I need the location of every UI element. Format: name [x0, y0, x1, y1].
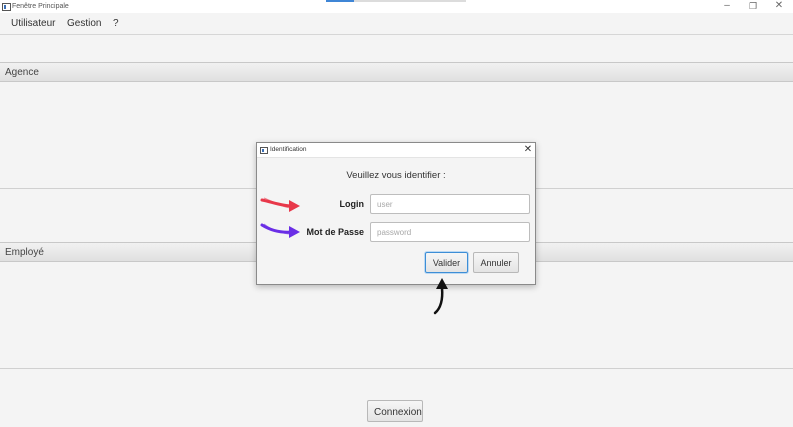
titlebar-accent-track: [354, 0, 466, 2]
menu-help[interactable]: ?: [113, 17, 119, 30]
login-input[interactable]: [370, 194, 530, 214]
minimize-icon[interactable]: –: [714, 0, 740, 12]
window-title: Fenêtre Principale: [12, 3, 69, 10]
close-icon[interactable]: ✕: [766, 0, 792, 12]
dialog-close-icon[interactable]: ✕: [521, 143, 535, 157]
valider-pointer-arrow-icon: [433, 278, 448, 315]
dialog-titlebar: Identification ✕: [257, 143, 535, 158]
connexion-button[interactable]: Connexion: [367, 400, 423, 422]
identify-prompt: Veuillez vous identifier :: [346, 170, 446, 181]
agence-section-header: Agence: [0, 62, 793, 82]
window-titlebar: Fenêtre Principale – ❐ ✕: [0, 0, 793, 13]
employe-divider: [0, 368, 793, 369]
login-arrow-icon: [260, 197, 300, 212]
password-input[interactable]: [370, 222, 530, 242]
menu-bar: Utilisateur Gestion ?: [0, 13, 793, 35]
annuler-button[interactable]: Annuler: [473, 252, 519, 273]
app-window-icon: [2, 3, 11, 11]
titlebar-accent: [326, 0, 354, 2]
valider-button[interactable]: Valider: [425, 252, 468, 273]
password-arrow-icon: [260, 223, 300, 238]
dialog-window-icon: [260, 147, 268, 154]
menu-utilisateur[interactable]: Utilisateur: [11, 17, 55, 30]
maximize-icon[interactable]: ❐: [740, 0, 766, 12]
menu-gestion[interactable]: Gestion: [67, 17, 101, 30]
dialog-title: Identification: [270, 146, 307, 153]
